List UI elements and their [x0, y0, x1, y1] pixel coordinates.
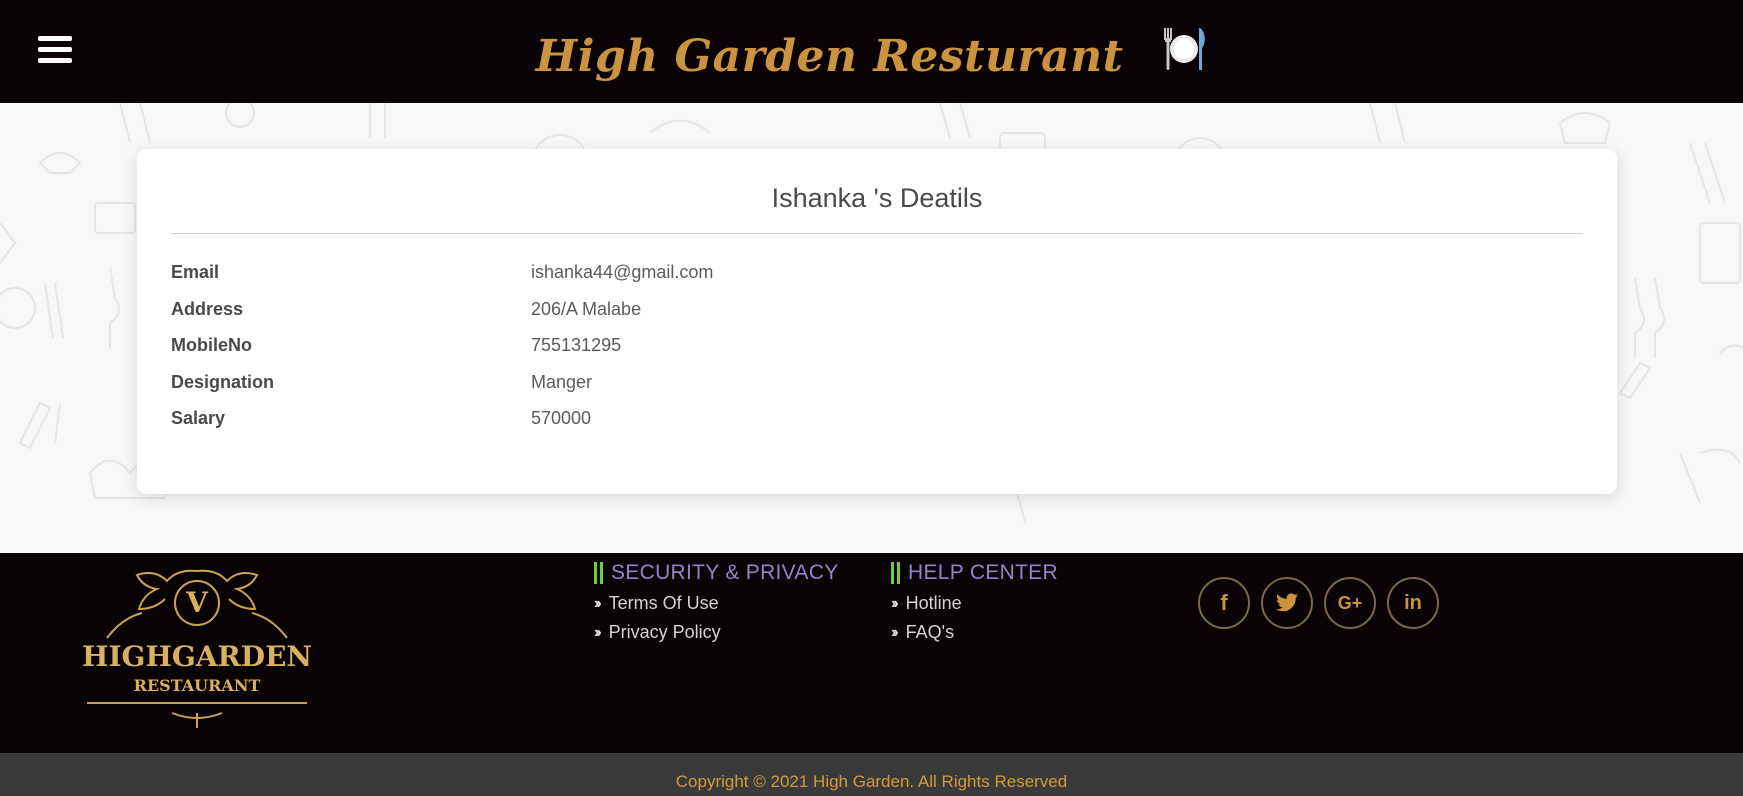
- detail-row-designation: Designation Manger: [171, 372, 1571, 402]
- logo-letter: V: [185, 586, 209, 619]
- double-chevron-right-icon: ››: [594, 594, 602, 612]
- detail-row-email: Email ishanka44@gmail.com: [171, 262, 1571, 292]
- security-privacy-column: SECURITY & PRIVACY ›› Terms Of Use ›› Pr…: [594, 561, 839, 643]
- top-navbar: High Garden Resturant: [0, 0, 1743, 103]
- brand-title[interactable]: High Garden Resturant: [0, 28, 1743, 89]
- detail-label: MobileNo: [171, 335, 252, 355]
- copyright-bar: Copyright © 2021 High Garden. All Rights…: [0, 753, 1743, 796]
- detail-value: Manger: [531, 372, 593, 392]
- hotline-link[interactable]: ›› Hotline: [891, 593, 1058, 614]
- brand-name: High Garden Resturant: [535, 31, 1124, 82]
- employee-details-card: Ishanka 's Deatils Email ishanka44@gmail…: [137, 149, 1617, 494]
- detail-label: Salary: [171, 408, 226, 428]
- security-heading: SECURITY & PRIVACY: [594, 561, 839, 585]
- facebook-icon[interactable]: f: [1198, 577, 1250, 629]
- detail-row-salary: Salary 570000: [171, 408, 1571, 438]
- double-chevron-right-icon: ››: [594, 623, 602, 641]
- detail-value: 755131295: [531, 335, 622, 355]
- detail-label: Address: [171, 299, 244, 319]
- detail-value: ishanka44@gmail.com: [531, 262, 714, 282]
- terms-of-use-link[interactable]: ›› Terms Of Use: [594, 593, 839, 614]
- faq-link[interactable]: ›› FAQ's: [891, 622, 1058, 643]
- double-chevron-right-icon: ››: [891, 594, 899, 612]
- help-heading-text: HELP CENTER: [908, 561, 1058, 584]
- detail-label: Designation: [171, 372, 275, 392]
- logo-line1: HIGHGARDEN: [82, 640, 312, 673]
- card-title: Ishanka 's Deatils: [771, 183, 983, 213]
- privacy-policy-link[interactable]: ›› Privacy Policy: [594, 622, 839, 643]
- fork-plate-knife-icon: [1161, 24, 1207, 83]
- double-chevron-right-icon: ››: [891, 623, 899, 641]
- detail-row-mobile: MobileNo 755131295: [171, 335, 1571, 365]
- detail-value: 206/A Malabe: [531, 299, 642, 319]
- title-divider: [171, 233, 1583, 234]
- site-footer: V HIGHGARDEN RESTAURANT SECURITY & PRIVA…: [0, 553, 1743, 753]
- google-plus-icon[interactable]: G+: [1324, 577, 1376, 629]
- security-heading-text: SECURITY & PRIVACY: [611, 561, 839, 584]
- logo-line2: RESTAURANT: [134, 676, 261, 695]
- social-links: f G+ in: [1198, 577, 1439, 629]
- highgarden-logo[interactable]: V HIGHGARDEN RESTAURANT: [82, 563, 312, 733]
- copyright-text: Copyright © 2021 High Garden. All Rights…: [675, 772, 1068, 791]
- help-center-column: HELP CENTER ›› Hotline ›› FAQ's: [891, 561, 1058, 643]
- linkedin-icon[interactable]: in: [1387, 577, 1439, 629]
- twitter-icon[interactable]: [1261, 577, 1313, 629]
- help-heading: HELP CENTER: [891, 561, 1058, 585]
- detail-value: 570000: [531, 408, 592, 428]
- detail-row-address: Address 206/A Malabe: [171, 299, 1571, 329]
- detail-label: Email: [171, 262, 220, 282]
